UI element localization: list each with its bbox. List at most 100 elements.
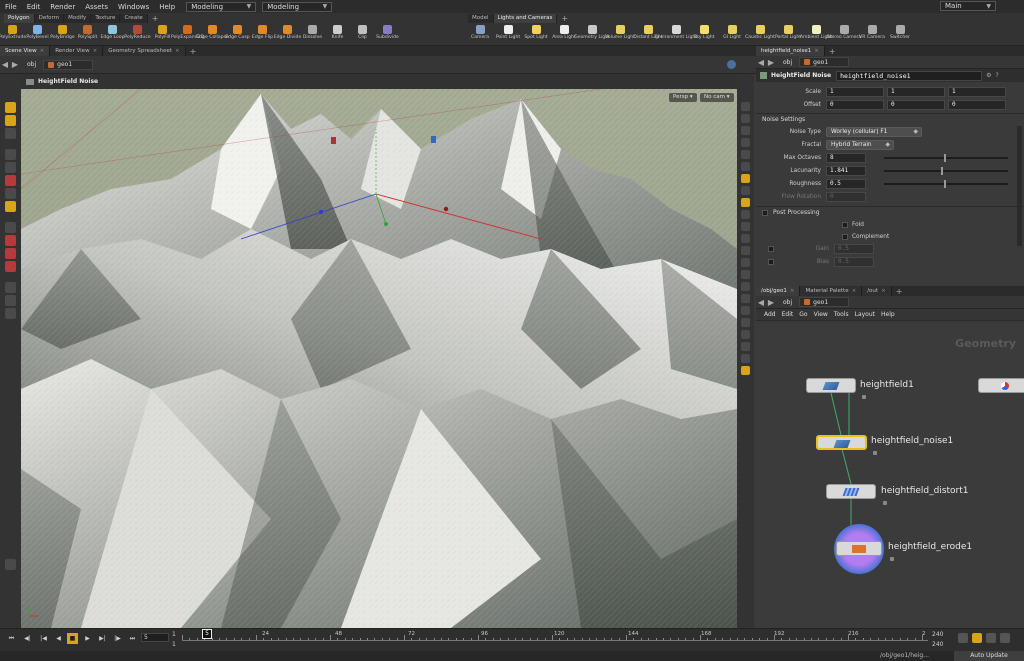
select-tool-icon[interactable] [5,102,16,113]
shelf-tool[interactable]: PolySplit [75,24,100,46]
slider-knob[interactable] [941,167,943,175]
jump-start-icon[interactable]: ⏮ [6,633,17,644]
complement-checkbox[interactable] [842,233,848,240]
normals-icon[interactable] [741,210,750,219]
shelf-tool[interactable]: Subdivide [375,24,400,46]
construction-plane-icon[interactable] [5,282,16,293]
menu-edit[interactable]: Edit [22,3,46,11]
shelf-tab-texture[interactable]: Texture [91,14,121,23]
paint-tool-icon[interactable] [5,175,16,186]
roughness-field[interactable]: 0.5 [826,178,866,189]
ghost-icon[interactable] [5,295,16,306]
camera-menu[interactable]: No cam ▾ [700,93,734,102]
close-icon[interactable]: × [790,288,795,294]
desktop-selector[interactable]: Modeling ▼ [186,1,257,12]
tab-scene-view[interactable]: Scene View × [0,46,51,56]
shelf-tab-create[interactable]: Create [120,14,148,23]
current-frame-marker[interactable]: 5 [202,629,212,639]
persp-menu[interactable]: Persp ▾ [669,93,697,102]
shelf-tab-deform[interactable]: Deform [34,14,65,23]
path-geo[interactable]: geo1 [799,57,850,67]
post-processing-toggle[interactable] [762,209,768,216]
pose-tool-icon[interactable] [5,149,16,160]
shelf-tool[interactable]: PolyReduce [124,24,151,46]
add-shelf-tab-icon[interactable]: + [148,14,163,23]
back-arrow-icon[interactable]: ◀ [756,298,766,307]
back-arrow-icon[interactable]: ◀ [0,60,10,69]
start-frame-2[interactable]: 1 [172,641,176,648]
light-tool[interactable]: Spot Light [522,24,550,46]
back-arrow-icon[interactable]: ◀ [756,58,766,67]
network-canvas[interactable]: Geometry heightfield1 heightfield_noise1… [756,329,1024,628]
menu-windows[interactable]: Windows [113,3,154,11]
snap-tool-icon[interactable] [5,222,16,233]
light-tool[interactable]: Portal Light [774,24,802,46]
shelf-tab-model[interactable]: Model [468,14,494,23]
tab-out[interactable]: /out × [862,286,892,296]
grid-icon[interactable] [741,186,750,195]
handle-tool-icon[interactable] [5,128,16,139]
magnet-icon-3[interactable] [5,261,16,272]
shelf-tool[interactable]: PolyBevel [25,24,50,46]
render-region-icon[interactable] [741,366,750,375]
shelf-tool[interactable]: PolyExtrude [0,24,26,46]
shading-icon[interactable] [741,114,750,123]
light-tool[interactable]: Stereo Camera [827,24,861,46]
close-icon[interactable]: × [175,48,180,54]
stop-icon[interactable]: ■ [67,633,78,644]
light-tool[interactable]: Caustic Light [745,24,775,46]
node-heightfield-noise1[interactable] [816,435,867,450]
net-menu-tools[interactable]: Tools [834,311,849,318]
display-options-icon[interactable] [5,559,16,570]
light-tool[interactable]: Volume Light [605,24,635,46]
abc-icon[interactable] [741,354,750,363]
auto-key-icon[interactable] [972,633,982,643]
prev-key-icon[interactable]: ◀| [22,633,33,644]
scale-y-field[interactable]: 1 [887,86,945,97]
net-menu-help[interactable]: Help [881,311,895,318]
shelf-tab-modify[interactable]: Modify [64,14,92,23]
view-tool-icon[interactable] [5,115,16,126]
slider-knob[interactable] [944,154,946,162]
offset-y-field[interactable]: 0 [887,99,945,110]
noise-settings-folder[interactable]: Noise Settings [756,113,1024,125]
next-key-icon[interactable]: |▶ [112,633,123,644]
play-icon[interactable]: ▶ [82,633,93,644]
end-frame[interactable]: 240 [932,631,943,638]
desktop-selector-2[interactable]: Modeling ▼ [262,1,333,12]
path-obj[interactable]: obj [779,297,796,307]
magnet-icon-2[interactable] [5,248,16,259]
forward-arrow-icon[interactable]: ▶ [10,60,20,69]
menu-help[interactable]: Help [154,3,180,11]
snap-icon[interactable] [741,198,750,207]
net-menu-edit[interactable]: Edit [782,311,794,318]
close-icon[interactable]: × [40,48,45,54]
light-tool[interactable]: Geometry Light [574,24,610,46]
node-offscreen[interactable] [978,378,1024,393]
close-icon[interactable]: × [814,48,819,54]
offset-x-field[interactable]: 0 [826,99,884,110]
scale-z-field[interactable]: 1 [948,86,1006,97]
channel-icon[interactable] [986,633,996,643]
node-heightfield-distort1[interactable] [826,484,876,499]
tab-geometry-spreadsheet[interactable]: Geometry Spreadsheet × [103,46,186,56]
add-tab-icon[interactable]: + [825,47,840,56]
path-geo[interactable]: geo1 [43,59,94,70]
tab-params[interactable]: heightfield_noise1 × [756,46,825,56]
highlight-icon[interactable] [741,174,750,183]
path-obj[interactable]: obj [23,60,40,70]
background-icon[interactable] [741,282,750,291]
tab-render-view[interactable]: Render View × [50,46,104,56]
step-back-icon[interactable]: |◀ [38,633,49,644]
light-tool[interactable]: Sky Light [690,24,718,46]
transform-tool-icon[interactable] [5,201,16,212]
frame-field[interactable]: 5 [141,633,169,642]
roughness-slider[interactable] [884,180,1008,188]
node-name-field[interactable]: heightfield_noise1 [836,70,983,81]
add-shelf-tab-icon[interactable]: + [557,14,572,23]
end-frame-2[interactable]: 240 [932,641,943,648]
menu-render[interactable]: Render [45,3,80,11]
display-icon[interactable] [741,102,750,111]
max-octaves-slider[interactable] [884,154,1008,162]
scope-icon[interactable] [1000,633,1010,643]
